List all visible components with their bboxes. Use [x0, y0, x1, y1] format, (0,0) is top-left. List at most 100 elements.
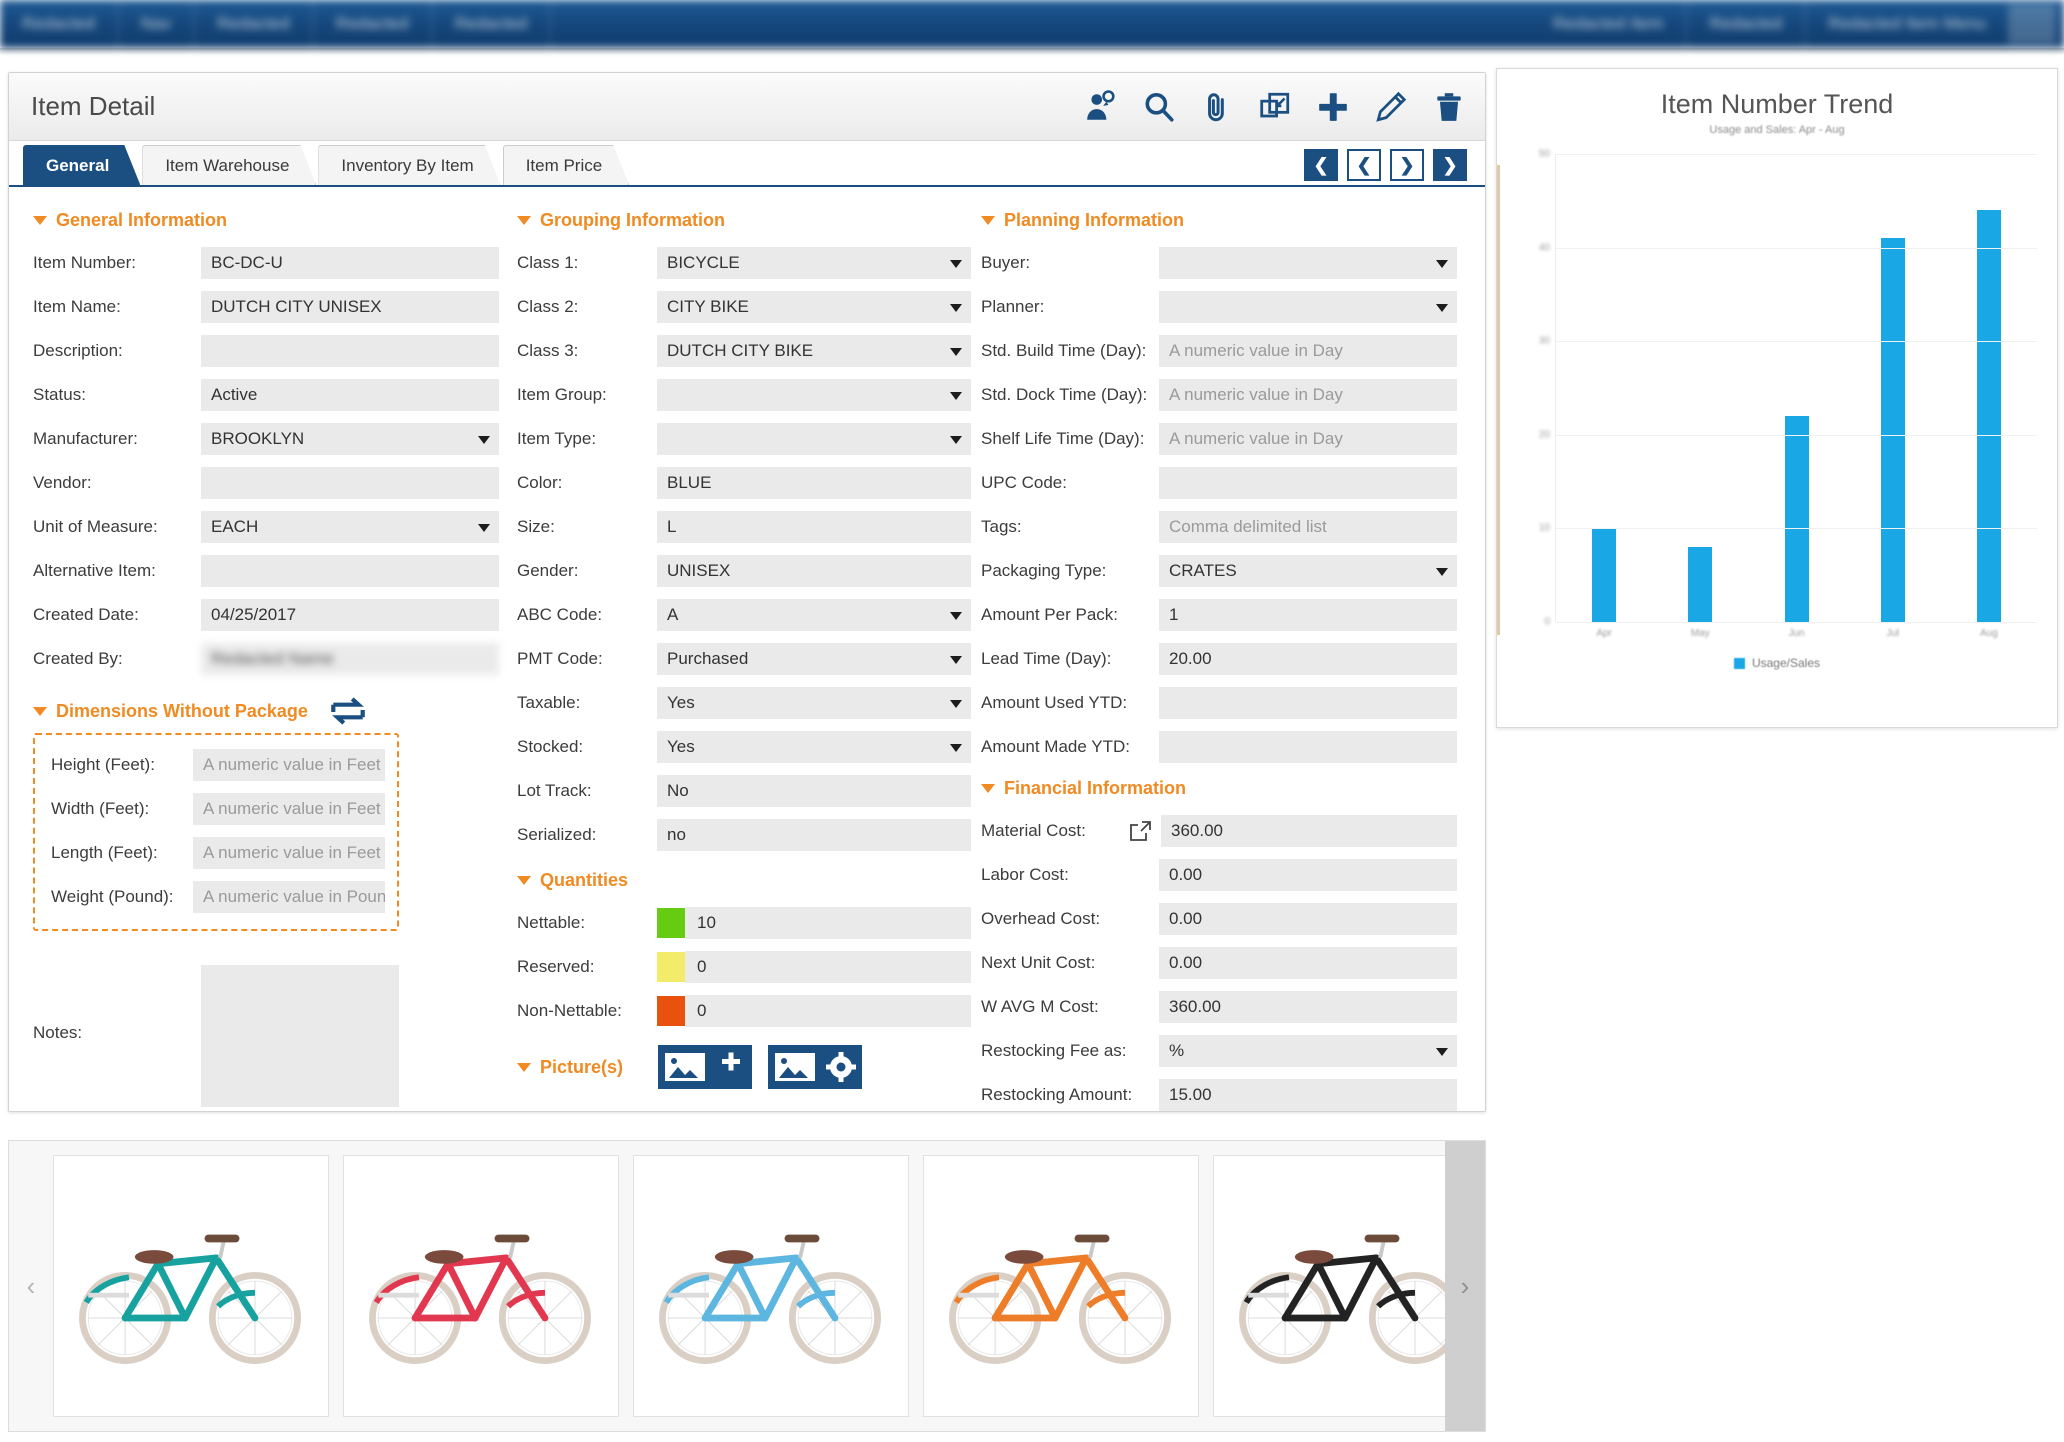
- input-labor-cost[interactable]: 0.00: [1159, 859, 1457, 891]
- general-information-heading[interactable]: General Information: [33, 207, 499, 233]
- field-row-overhead-cost: Overhead Cost: 0.00: [981, 897, 1457, 941]
- select-restocking-fee-as[interactable]: %: [1159, 1035, 1457, 1067]
- input-size[interactable]: L: [657, 511, 971, 543]
- add-picture-button[interactable]: [657, 1044, 753, 1090]
- input-created-by[interactable]: Redacted Name: [201, 643, 499, 675]
- first-record-button[interactable]: ❮: [1304, 149, 1338, 181]
- label-lead-time: Lead Time (Day):: [981, 649, 1112, 668]
- copy-icon[interactable]: [1257, 89, 1293, 125]
- input-status[interactable]: Active: [201, 379, 499, 411]
- input-material-cost[interactable]: 360.00: [1161, 815, 1457, 847]
- select-class-3[interactable]: DUTCH CITY BIKE: [657, 335, 971, 367]
- topbar-right-item-0[interactable]: Redacted Item: [1531, 0, 1686, 48]
- input-alternative-item[interactable]: [201, 555, 499, 587]
- input-amount-per-pack[interactable]: 1: [1159, 599, 1457, 631]
- select-buyer[interactable]: [1159, 247, 1457, 279]
- input-length[interactable]: A numeric value in Feet: [193, 837, 385, 869]
- pictures-heading[interactable]: Picture(s): [517, 1054, 657, 1080]
- input-tags[interactable]: Comma delimited list: [1159, 511, 1457, 543]
- bicycle-thumbnail-orange[interactable]: [923, 1155, 1199, 1417]
- tab-inventory-by-item[interactable]: Inventory By Item: [318, 145, 500, 185]
- input-std-build-time[interactable]: A numeric value in Day: [1159, 335, 1457, 367]
- bicycle-thumbnail-lightblue[interactable]: [633, 1155, 909, 1417]
- chart-bar[interactable]: [1976, 210, 2001, 622]
- attachment-icon[interactable]: [1199, 89, 1235, 125]
- last-record-button[interactable]: ❯: [1433, 149, 1467, 181]
- input-lot-track[interactable]: No: [657, 775, 971, 807]
- input-nettable[interactable]: 10: [685, 907, 971, 939]
- swap-units-icon[interactable]: [327, 695, 369, 727]
- input-lead-time[interactable]: 20.00: [1159, 643, 1457, 675]
- chart-y-tick-label: 30: [1538, 335, 1550, 347]
- bicycle-thumbnail-teal[interactable]: [53, 1155, 329, 1417]
- chart-bar[interactable]: [1880, 238, 1905, 622]
- input-std-dock-time[interactable]: A numeric value in Day: [1159, 379, 1457, 411]
- tab-general[interactable]: General: [23, 145, 140, 185]
- input-notes[interactable]: [201, 965, 399, 1107]
- grouping-information-heading[interactable]: Grouping Information: [517, 207, 971, 233]
- gallery-next-button[interactable]: ›: [1445, 1141, 1485, 1431]
- previous-record-button[interactable]: ❮: [1347, 149, 1381, 181]
- topbar-item-0[interactable]: Redacted: [0, 0, 117, 48]
- external-link-icon[interactable]: [1127, 820, 1153, 842]
- topbar-item-2[interactable]: Redacted: [195, 0, 312, 48]
- input-height[interactable]: A numeric value in Feet: [193, 749, 385, 781]
- tab-item-warehouse[interactable]: Item Warehouse: [142, 145, 316, 185]
- dimensions-heading[interactable]: Dimensions Without Package: [33, 698, 327, 724]
- picture-settings-button[interactable]: [767, 1044, 863, 1090]
- input-item-name[interactable]: DUTCH CITY UNISEX: [201, 291, 499, 323]
- topbar-right-item-2[interactable]: Redacted Item Menu: [1806, 0, 2008, 48]
- chart-bar[interactable]: [1688, 547, 1713, 622]
- input-vendor[interactable]: [201, 467, 499, 499]
- input-next-unit-cost[interactable]: 0.00: [1159, 947, 1457, 979]
- input-description[interactable]: [201, 335, 499, 367]
- bicycle-thumbnail-black[interactable]: [1213, 1155, 1445, 1417]
- search-icon[interactable]: [1141, 89, 1177, 125]
- select-class-1[interactable]: BICYCLE: [657, 247, 971, 279]
- select-taxable[interactable]: Yes: [657, 687, 971, 719]
- select-class-2[interactable]: CITY BIKE: [657, 291, 971, 323]
- input-non-nettable[interactable]: 0: [685, 995, 971, 1027]
- input-amount-used-ytd[interactable]: [1159, 687, 1457, 719]
- input-amount-made-ytd[interactable]: [1159, 731, 1457, 763]
- input-restocking-amount[interactable]: 15.00: [1159, 1079, 1457, 1111]
- add-icon[interactable]: [1315, 89, 1351, 125]
- input-item-number[interactable]: BC-DC-U: [201, 247, 499, 279]
- select-item-type[interactable]: [657, 423, 971, 455]
- delete-icon[interactable]: [1431, 89, 1467, 125]
- input-weight[interactable]: A numeric value in Pound: [193, 881, 385, 913]
- input-color[interactable]: BLUE: [657, 467, 971, 499]
- select-item-group[interactable]: [657, 379, 971, 411]
- topbar-item-3[interactable]: Redacted: [314, 0, 431, 48]
- topbar-item-4[interactable]: Redacted: [433, 0, 550, 48]
- gallery-prev-button[interactable]: ‹: [9, 1141, 53, 1431]
- input-created-date[interactable]: 04/25/2017: [201, 599, 499, 631]
- select-stocked[interactable]: Yes: [657, 731, 971, 763]
- tab-item-price[interactable]: Item Price: [503, 145, 630, 185]
- user-lookup-icon[interactable]: [1083, 89, 1119, 125]
- edit-icon[interactable]: [1373, 89, 1409, 125]
- input-gender[interactable]: UNISEX: [657, 555, 971, 587]
- quantities-heading[interactable]: Quantities: [517, 867, 971, 893]
- input-serialized[interactable]: no: [657, 819, 971, 851]
- planning-information-heading[interactable]: Planning Information: [981, 207, 1457, 233]
- input-overhead-cost[interactable]: 0.00: [1159, 903, 1457, 935]
- topbar-right-item-1[interactable]: Redacted: [1687, 0, 1804, 48]
- select-unit-of-measure[interactable]: EACH: [201, 511, 499, 543]
- select-packaging-type[interactable]: CRATES: [1159, 555, 1457, 587]
- select-planner[interactable]: [1159, 291, 1457, 323]
- input-w-avg-m-cost[interactable]: 360.00: [1159, 991, 1457, 1023]
- input-shelf-life-time[interactable]: A numeric value in Day: [1159, 423, 1457, 455]
- chart-bar[interactable]: [1784, 416, 1809, 622]
- input-reserved[interactable]: 0: [685, 951, 971, 983]
- input-upc-code[interactable]: [1159, 467, 1457, 499]
- select-manufacturer[interactable]: BROOKLYN: [201, 423, 499, 455]
- select-abc-code[interactable]: A: [657, 599, 971, 631]
- input-width[interactable]: A numeric value in Feet: [193, 793, 385, 825]
- select-pmt-code[interactable]: Purchased: [657, 643, 971, 675]
- bicycle-thumbnail-red[interactable]: [343, 1155, 619, 1417]
- next-record-button[interactable]: ❯: [1390, 149, 1424, 181]
- topbar-item-1[interactable]: Nav: [119, 0, 193, 48]
- chart-bar[interactable]: [1592, 528, 1617, 622]
- financial-information-heading[interactable]: Financial Information: [981, 775, 1457, 801]
